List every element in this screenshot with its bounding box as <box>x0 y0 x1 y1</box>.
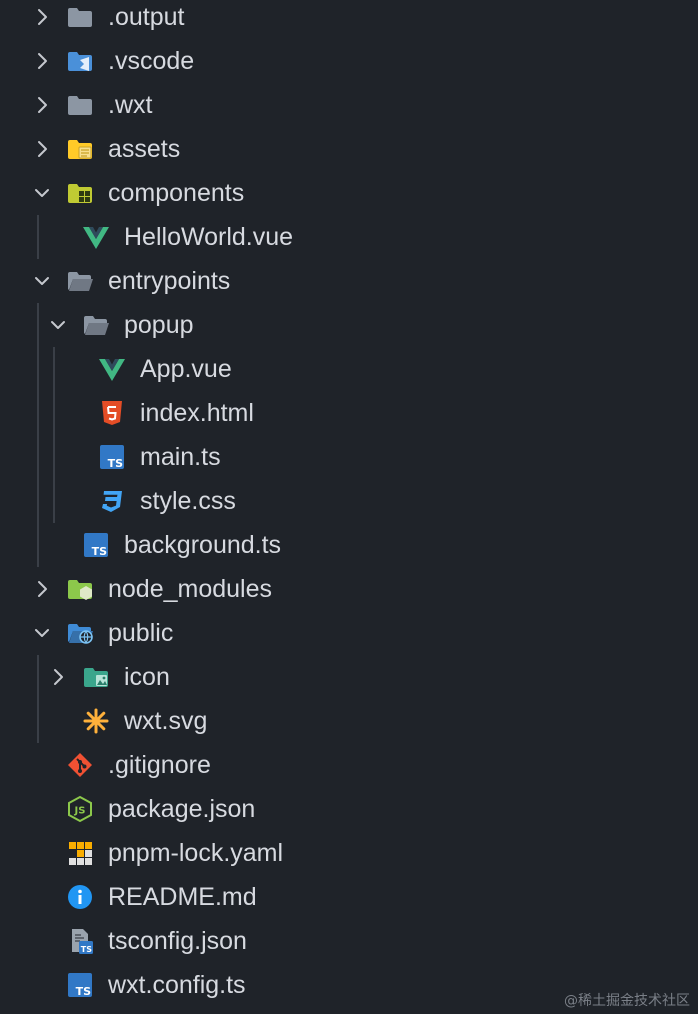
html5-icon <box>98 399 126 427</box>
chevron-down-icon[interactable] <box>30 621 54 645</box>
tree-file-gitignore[interactable]: .gitignore <box>0 743 698 787</box>
chevron-right-icon[interactable] <box>30 49 54 73</box>
indent-guide <box>37 215 39 259</box>
tree-item-label: package.json <box>108 795 256 823</box>
tree-item-label: index.html <box>140 399 254 427</box>
tree-item-label: .output <box>108 3 185 31</box>
tree-folder-output[interactable]: .output <box>0 0 698 39</box>
tree-item-label: components <box>108 179 245 207</box>
typescript-icon: TS <box>82 531 110 559</box>
node-folder-icon <box>66 575 94 603</box>
indent-guide <box>53 347 55 523</box>
tree-file-background-ts[interactable]: TS background.ts <box>0 523 698 567</box>
tsconfig-icon: TS <box>66 927 94 955</box>
tree-file-pnpm-lock-yaml[interactable]: pnpm-lock.yaml <box>0 831 698 875</box>
chevron-right-icon[interactable] <box>30 137 54 161</box>
tree-folder-wxt[interactable]: .wxt <box>0 83 698 127</box>
tree-folder-popup[interactable]: popup <box>0 303 698 347</box>
tree-item-label: App.vue <box>140 355 232 383</box>
folder-open-icon <box>82 311 110 339</box>
svg-text:TS: TS <box>81 945 92 954</box>
assets-folder-icon <box>66 135 94 163</box>
tree-item-label: .wxt <box>108 91 153 119</box>
git-icon <box>66 751 94 779</box>
svg-text:JS: JS <box>74 806 86 817</box>
folder-icon <box>66 3 94 31</box>
tree-folder-public[interactable]: public <box>0 611 698 655</box>
tree-file-tsconfig-json[interactable]: TS tsconfig.json <box>0 919 698 963</box>
tree-item-label: pnpm-lock.yaml <box>108 839 284 867</box>
chevron-down-icon[interactable] <box>30 181 54 205</box>
typescript-icon: TS <box>98 443 126 471</box>
tree-folder-icon[interactable]: icon <box>0 655 698 699</box>
tree-file-index-html[interactable]: index.html <box>0 391 698 435</box>
components-folder-icon <box>66 179 94 207</box>
images-folder-icon <box>82 663 110 691</box>
tree-item-label: main.ts <box>140 443 221 471</box>
tree-folder-assets[interactable]: assets <box>0 127 698 171</box>
typescript-icon: TS <box>66 971 94 999</box>
tree-file-style-css[interactable]: style.css <box>0 479 698 523</box>
chevron-right-icon[interactable] <box>30 93 54 117</box>
tree-item-label: HelloWorld.vue <box>124 223 294 251</box>
svg-icon <box>82 707 110 735</box>
tree-item-label: wxt.config.ts <box>108 971 246 999</box>
folder-icon <box>66 91 94 119</box>
tree-folder-vscode[interactable]: .vscode <box>0 39 698 83</box>
svg-text:TS: TS <box>76 985 92 998</box>
chevron-right-icon[interactable] <box>30 577 54 601</box>
tree-item-label: style.css <box>140 487 236 515</box>
tree-item-label: popup <box>124 311 194 339</box>
tree-file-wxt-svg[interactable]: wxt.svg <box>0 699 698 743</box>
vue-icon <box>82 223 110 251</box>
tree-item-label: wxt.svg <box>124 707 208 735</box>
nodejs-icon: JS <box>66 795 94 823</box>
tree-item-label: assets <box>108 135 181 163</box>
svg-text:TS: TS <box>92 545 108 558</box>
indent-guide <box>37 655 39 743</box>
tree-item-label: README.md <box>108 883 257 911</box>
svg-text:TS: TS <box>108 457 124 470</box>
chevron-right-icon[interactable] <box>30 5 54 29</box>
vue-icon <box>98 355 126 383</box>
indent-guide <box>37 303 39 567</box>
file-explorer-tree: .output .vscode .wxt assets components HelloW… <box>0 0 698 1014</box>
tree-file-helloworld-vue[interactable]: HelloWorld.vue <box>0 215 698 259</box>
tree-file-app-vue[interactable]: App.vue <box>0 347 698 391</box>
info-icon <box>66 883 94 911</box>
folder-open-icon <box>66 267 94 295</box>
tree-item-label: node_modules <box>108 575 273 603</box>
pnpm-icon <box>66 839 94 867</box>
tree-folder-components[interactable]: components <box>0 171 698 215</box>
chevron-down-icon[interactable] <box>30 269 54 293</box>
chevron-right-icon[interactable] <box>46 665 70 689</box>
tree-item-label: entrypoints <box>108 267 231 295</box>
chevron-down-icon[interactable] <box>46 313 70 337</box>
tree-item-label: .vscode <box>108 47 195 75</box>
tree-folder-node-modules[interactable]: node_modules <box>0 567 698 611</box>
watermark: @稀土掘金技术社区 <box>564 993 690 1009</box>
tree-item-label: background.ts <box>124 531 282 559</box>
tree-file-readme-md[interactable]: README.md <box>0 875 698 919</box>
tree-item-label: icon <box>124 663 170 691</box>
tree-item-label: tsconfig.json <box>108 927 247 955</box>
public-folder-icon <box>66 619 94 647</box>
vscode-folder-icon <box>66 47 94 75</box>
css3-icon <box>98 487 126 515</box>
tree-item-label: .gitignore <box>108 751 211 779</box>
tree-file-main-ts[interactable]: TS main.ts <box>0 435 698 479</box>
tree-item-label: public <box>108 619 174 647</box>
tree-file-package-json[interactable]: JS package.json <box>0 787 698 831</box>
tree-folder-entrypoints[interactable]: entrypoints <box>0 259 698 303</box>
